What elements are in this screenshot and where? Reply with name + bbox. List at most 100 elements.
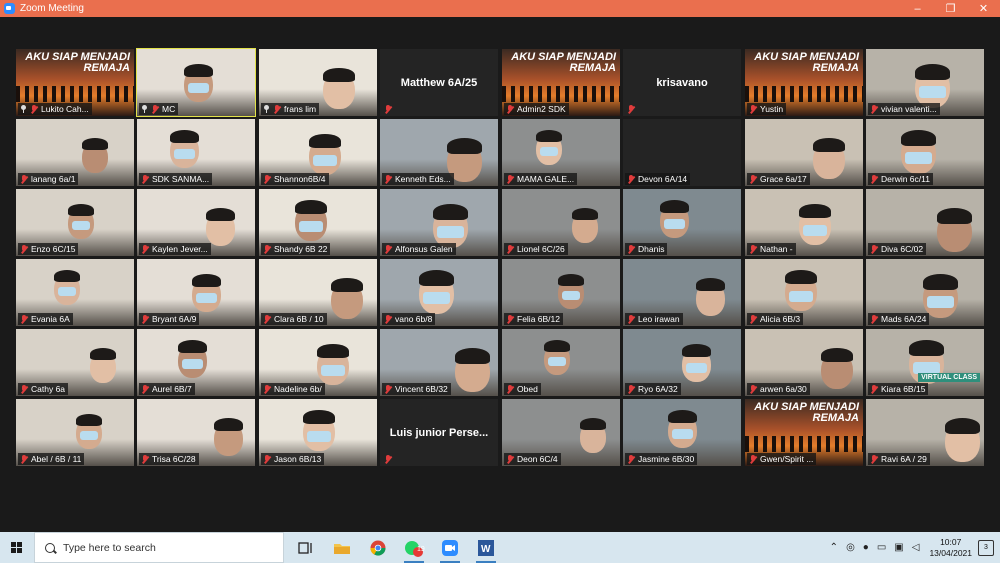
file-explorer-button[interactable] (324, 532, 360, 563)
participant-tile[interactable]: krisavano (623, 49, 741, 116)
participant-tile[interactable]: Mads 6A/24 (866, 259, 984, 326)
participant-tile[interactable]: Shandy 6B 22 (259, 189, 377, 256)
start-button[interactable] (0, 532, 34, 563)
participant-name: Diva 6C/02 (881, 244, 924, 254)
participant-label (625, 103, 641, 115)
volume-icon[interactable]: ◁ (912, 542, 920, 553)
participant-tile[interactable]: Grace 6a/17 (745, 119, 863, 186)
participant-label: Kenneth Eds... (382, 173, 454, 185)
participant-tile[interactable]: Diva 6C/02 (866, 189, 984, 256)
participant-tile[interactable]: SDK SANMA... (137, 119, 255, 186)
participant-tile[interactable]: Alfonsus Galen (380, 189, 498, 256)
participant-tile[interactable]: VIRTUAL CLASS Kiara 6B/15 (866, 329, 984, 396)
participant-tile[interactable]: MC (136, 48, 256, 117)
taskbar-search[interactable] (34, 532, 284, 563)
participant-hair (323, 68, 355, 82)
participant-hair (331, 278, 363, 292)
participant-tile[interactable]: Felia 6B/12 (502, 259, 620, 326)
participant-label: Alicia 6B/3 (747, 313, 804, 325)
participant-tile[interactable]: Ryo 6A/32 (623, 329, 741, 396)
participant-name: Nadeline 6b/ (274, 384, 322, 394)
network-icon[interactable]: ▣ (894, 542, 903, 553)
word-button[interactable]: W (468, 532, 504, 563)
participant-tile[interactable]: Alicia 6B/3 (745, 259, 863, 326)
clock[interactable]: 10:07 13/04/2021 (929, 537, 972, 559)
face-mask (672, 428, 693, 439)
notification-center-icon[interactable]: 3 (978, 539, 994, 556)
participant-tile[interactable]: Jasmine 6B/30 (623, 399, 741, 466)
windows-logo-icon (11, 541, 23, 554)
participant-tile[interactable]: Evania 6A (16, 259, 134, 326)
poster-text: AKU SIAP MENJADI REMAJA (25, 51, 130, 74)
participant-tile[interactable]: AKU SIAP MENJADI REMAJA Gwen/Spirit ... (745, 399, 863, 466)
participant-tile[interactable]: Clara 6B / 10 (259, 259, 377, 326)
participant-hair (447, 138, 482, 154)
minimize-button[interactable]: – (901, 0, 934, 17)
muted-microphone-icon (506, 454, 514, 464)
participant-tile[interactable]: vano 6b/8 (380, 259, 498, 326)
participant-tile[interactable]: frans lim (259, 49, 377, 116)
search-input[interactable] (63, 541, 263, 554)
participant-name: Alfonsus Galen (395, 244, 453, 254)
zoom-taskbar-button[interactable] (432, 532, 468, 563)
participant-tile[interactable]: Bryant 6A/9 (137, 259, 255, 326)
participant-tile[interactable]: Devon 6A/14 (623, 119, 741, 186)
participant-tile[interactable]: Dhanis (623, 189, 741, 256)
participant-name: Alicia 6B/3 (760, 314, 801, 324)
participant-name: Shandy 6B 22 (274, 244, 328, 254)
participant-hair (813, 138, 845, 152)
participant-tile[interactable]: arwen 6a/30 (745, 329, 863, 396)
participant-tile[interactable]: Aurel 6B/7 (137, 329, 255, 396)
participant-tile[interactable]: MAMA GALE... (502, 119, 620, 186)
microphone-icon[interactable]: ● (863, 542, 869, 553)
participant-tile[interactable]: Kenneth Eds... (380, 119, 498, 186)
participant-tile[interactable]: Abel / 6B / 11 (16, 399, 134, 466)
participant-tile[interactable]: Cathy 6a (16, 329, 134, 396)
participant-tile[interactable]: Nathan - (745, 189, 863, 256)
participant-tile[interactable]: Luis junior Perse... (380, 399, 498, 466)
battery-icon[interactable]: ▭ (877, 542, 886, 553)
participant-label: Alfonsus Galen (382, 243, 456, 255)
close-button[interactable]: ✕ (967, 0, 1000, 17)
task-view-button[interactable] (288, 532, 324, 563)
participant-hair (192, 274, 221, 287)
participant-tile[interactable]: AKU SIAP MENJADI REMAJA Admin2 SDK (502, 49, 620, 116)
participant-tile[interactable]: Deon 6C/4 (502, 399, 620, 466)
participant-label: SDK SANMA... (139, 173, 213, 185)
muted-microphone-icon (384, 454, 392, 464)
participant-hair (309, 134, 341, 148)
participant-tile[interactable]: Nadeline 6b/ (259, 329, 377, 396)
zoom-app-icon (4, 3, 15, 14)
participant-label: Bryant 6A/9 (139, 313, 200, 325)
muted-microphone-icon (263, 384, 271, 394)
participant-tile[interactable]: Leo irawan (623, 259, 741, 326)
participant-tile[interactable]: Obed (502, 329, 620, 396)
participant-tile[interactable]: Lionel 6C/26 (502, 189, 620, 256)
participant-tile[interactable]: Ravi 6A / 29 (866, 399, 984, 466)
participant-tile[interactable]: vivian valenti... (866, 49, 984, 116)
muted-microphone-icon (749, 244, 757, 254)
task-view-icon (298, 541, 312, 554)
participant-tile[interactable]: Matthew 6A/25 (380, 49, 498, 116)
participant-tile[interactable]: Jason 6B/13 (259, 399, 377, 466)
participant-hair (580, 418, 606, 430)
participant-tile[interactable]: Derwin 6c/11 (866, 119, 984, 186)
muted-microphone-icon (506, 244, 514, 254)
whatsapp-button[interactable]: 19 (396, 532, 432, 563)
maximize-button[interactable]: ❐ (934, 0, 967, 17)
participant-tile[interactable]: AKU SIAP MENJADI REMAJA Yustin (745, 49, 863, 116)
participant-hair (799, 204, 831, 218)
participant-tile[interactable]: Kaylen Jever... (137, 189, 255, 256)
participant-tile[interactable]: Vincent 6B/32 (380, 329, 498, 396)
muted-microphone-icon (141, 174, 149, 184)
participant-label (382, 103, 398, 115)
participant-tile[interactable]: AKU SIAP MENJADI REMAJA Lukito Cah... (16, 49, 134, 116)
chrome-button[interactable] (360, 532, 396, 563)
chevron-up-icon[interactable]: ⌃ (830, 542, 838, 553)
participant-tile[interactable]: Trisa 6C/28 (137, 399, 255, 466)
meet-now-icon[interactable]: ◎ (846, 542, 855, 553)
participant-tile[interactable]: Enzo 6C/15 (16, 189, 134, 256)
participant-tile[interactable]: Shannon6B/4 (259, 119, 377, 186)
pin-icon (20, 105, 27, 113)
participant-tile[interactable]: lanang 6a/1 (16, 119, 134, 186)
